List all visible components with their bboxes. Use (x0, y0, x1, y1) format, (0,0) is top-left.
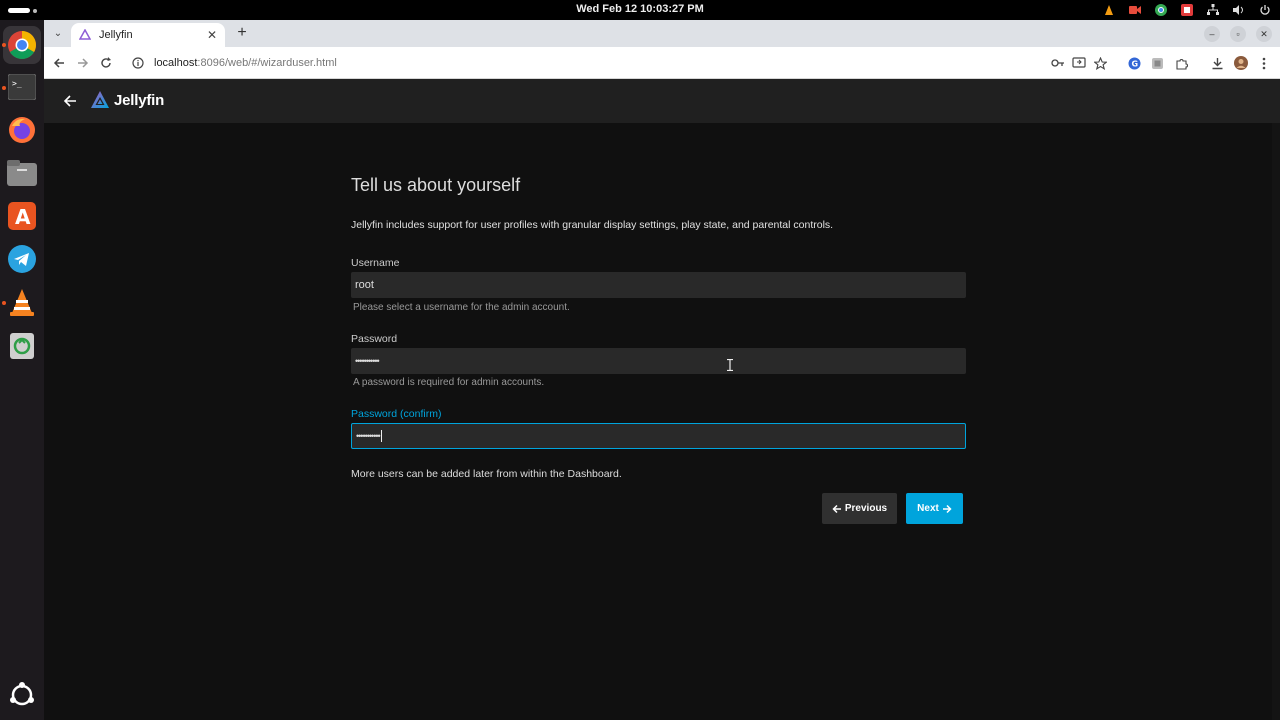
dock-terminal[interactable]: >_ (7, 72, 37, 102)
cast-icon[interactable] (1071, 55, 1087, 71)
jellyfin-logo-icon (91, 91, 109, 108)
ubuntu-dock: >_ A (0, 20, 44, 720)
username-label: Username (351, 257, 400, 269)
app-header: Jellyfin (44, 79, 1280, 123)
svg-text:G: G (1131, 59, 1138, 68)
files-icon (7, 160, 37, 186)
page-scrollbar[interactable] (1272, 123, 1280, 720)
dock-chrome[interactable] (3, 26, 41, 64)
extension-square-icon[interactable] (1149, 55, 1165, 71)
arrow-right-icon (78, 58, 89, 68)
dock-telegram[interactable] (7, 244, 37, 274)
next-button-label: Next (917, 503, 939, 514)
address-bar[interactable]: localhost:8096/web/#/wizarduser.html (124, 51, 1124, 75)
url-host: localhost (154, 57, 198, 69)
dock-vlc[interactable] (7, 287, 37, 317)
browser-menu-icon[interactable] (1256, 55, 1272, 71)
trash-icon (10, 333, 34, 359)
ubuntu-icon (10, 682, 34, 706)
arrow-left-icon (832, 504, 841, 513)
new-tab-button[interactable]: + (233, 24, 251, 42)
reload-button[interactable] (97, 54, 115, 72)
volume-icon[interactable] (1232, 3, 1246, 17)
url-path: :8096/web/#/wizarduser.html (197, 57, 337, 69)
username-description: Please select a username for the admin a… (353, 302, 570, 313)
password-confirm-input[interactable]: ••••••••••• (351, 423, 966, 449)
power-icon[interactable] (1258, 3, 1272, 17)
header-back-button[interactable] (60, 91, 80, 111)
dock-firefox[interactable] (7, 115, 37, 145)
password-confirm-label: Password (confirm) (351, 408, 442, 420)
back-button[interactable] (50, 54, 68, 72)
terminal-icon: >_ (8, 74, 36, 100)
username-input[interactable]: root (351, 272, 966, 298)
chrome-icon (8, 31, 36, 59)
terminal-running-indicator (2, 86, 6, 90)
svg-text:>_: >_ (12, 79, 22, 88)
arrow-left-icon (63, 95, 76, 107)
forward-button[interactable] (74, 54, 92, 72)
browser-tab-jellyfin[interactable]: Jellyfin ✕ (71, 23, 225, 47)
text-caret (380, 430, 382, 442)
password-key-icon[interactable] (1050, 55, 1066, 71)
intro-text: Jellyfin includes support for user profi… (351, 219, 834, 231)
arrow-right-icon (942, 504, 952, 513)
telegram-icon (8, 245, 36, 273)
dock-trash[interactable] (7, 330, 37, 360)
previous-button[interactable]: Previous (822, 493, 897, 524)
screen-record-tray-icon[interactable] (1180, 3, 1194, 17)
text-cursor-icon (727, 359, 733, 371)
page-title: Tell us about yourself (351, 175, 521, 195)
url-text[interactable]: localhost:8096/web/#/wizarduser.html (154, 57, 337, 69)
system-top-bar: Wed Feb 12 10:03:27 PM (0, 0, 1280, 20)
app-center-icon: A (8, 202, 36, 230)
maximize-button[interactable]: ▫ (1230, 26, 1246, 42)
chevron-down-icon: ⌄ (53, 27, 63, 39)
previous-button-label: Previous (844, 503, 888, 514)
browser-toolbar: localhost:8096/web/#/wizarduser.html G (44, 47, 1280, 79)
password-input[interactable]: ••••••••••• (351, 348, 966, 374)
network-icon[interactable] (1206, 3, 1220, 17)
browser-tabstrip: ⌄ Jellyfin ✕ + – ▫ ✕ (44, 20, 1280, 47)
brand-name: Jellyfin (114, 91, 165, 109)
wizard-user-form: Tell us about yourself Jellyfin includes… (351, 175, 966, 524)
vlc-icon (10, 289, 34, 316)
dashboard-note: More users can be added later from withi… (351, 468, 622, 480)
close-window-button[interactable]: ✕ (1256, 26, 1272, 42)
vlc-tray-icon[interactable] (1102, 3, 1116, 17)
password-confirm-value: ••••••••••• (356, 431, 381, 441)
download-icon[interactable] (1209, 55, 1225, 71)
extension-g-icon[interactable]: G (1126, 55, 1142, 71)
next-button[interactable]: Next (906, 493, 963, 524)
chrome-running-indicator (2, 43, 6, 47)
minimize-button[interactable]: – (1204, 26, 1220, 42)
site-info-icon[interactable] (132, 57, 144, 69)
extensions-puzzle-icon[interactable] (1173, 55, 1189, 71)
system-clock[interactable]: Wed Feb 12 10:03:27 PM (0, 3, 1280, 15)
username-value: root (355, 279, 374, 291)
reload-icon (101, 57, 111, 68)
tab-title: Jellyfin (99, 29, 133, 41)
dock-show-apps[interactable] (7, 680, 37, 710)
bookmark-star-icon[interactable] (1092, 55, 1108, 71)
chrome-tray-icon[interactable] (1154, 3, 1168, 17)
firefox-icon (9, 117, 35, 143)
tab-search-button[interactable]: ⌄ (50, 25, 66, 41)
jellyfin-favicon-icon (79, 29, 91, 40)
dock-files[interactable] (7, 158, 37, 188)
password-description: A password is required for admin account… (353, 377, 545, 388)
password-value: ••••••••••• (355, 356, 380, 366)
plus-icon: + (237, 24, 247, 41)
dock-app-center[interactable]: A (7, 201, 37, 231)
jellyfin-logo[interactable]: Jellyfin (90, 90, 164, 110)
profile-avatar-icon[interactable] (1233, 55, 1249, 71)
camera-tray-icon[interactable] (1128, 3, 1142, 17)
password-label: Password (351, 333, 398, 345)
arrow-left-icon (53, 58, 64, 68)
system-tray (1102, 3, 1272, 17)
svg-text:A: A (15, 205, 31, 229)
jellyfin-page: Jellyfin Tell us about yourself Jellyfin… (44, 79, 1280, 720)
vlc-running-indicator (2, 301, 6, 305)
tab-close-icon[interactable]: ✕ (207, 28, 217, 42)
